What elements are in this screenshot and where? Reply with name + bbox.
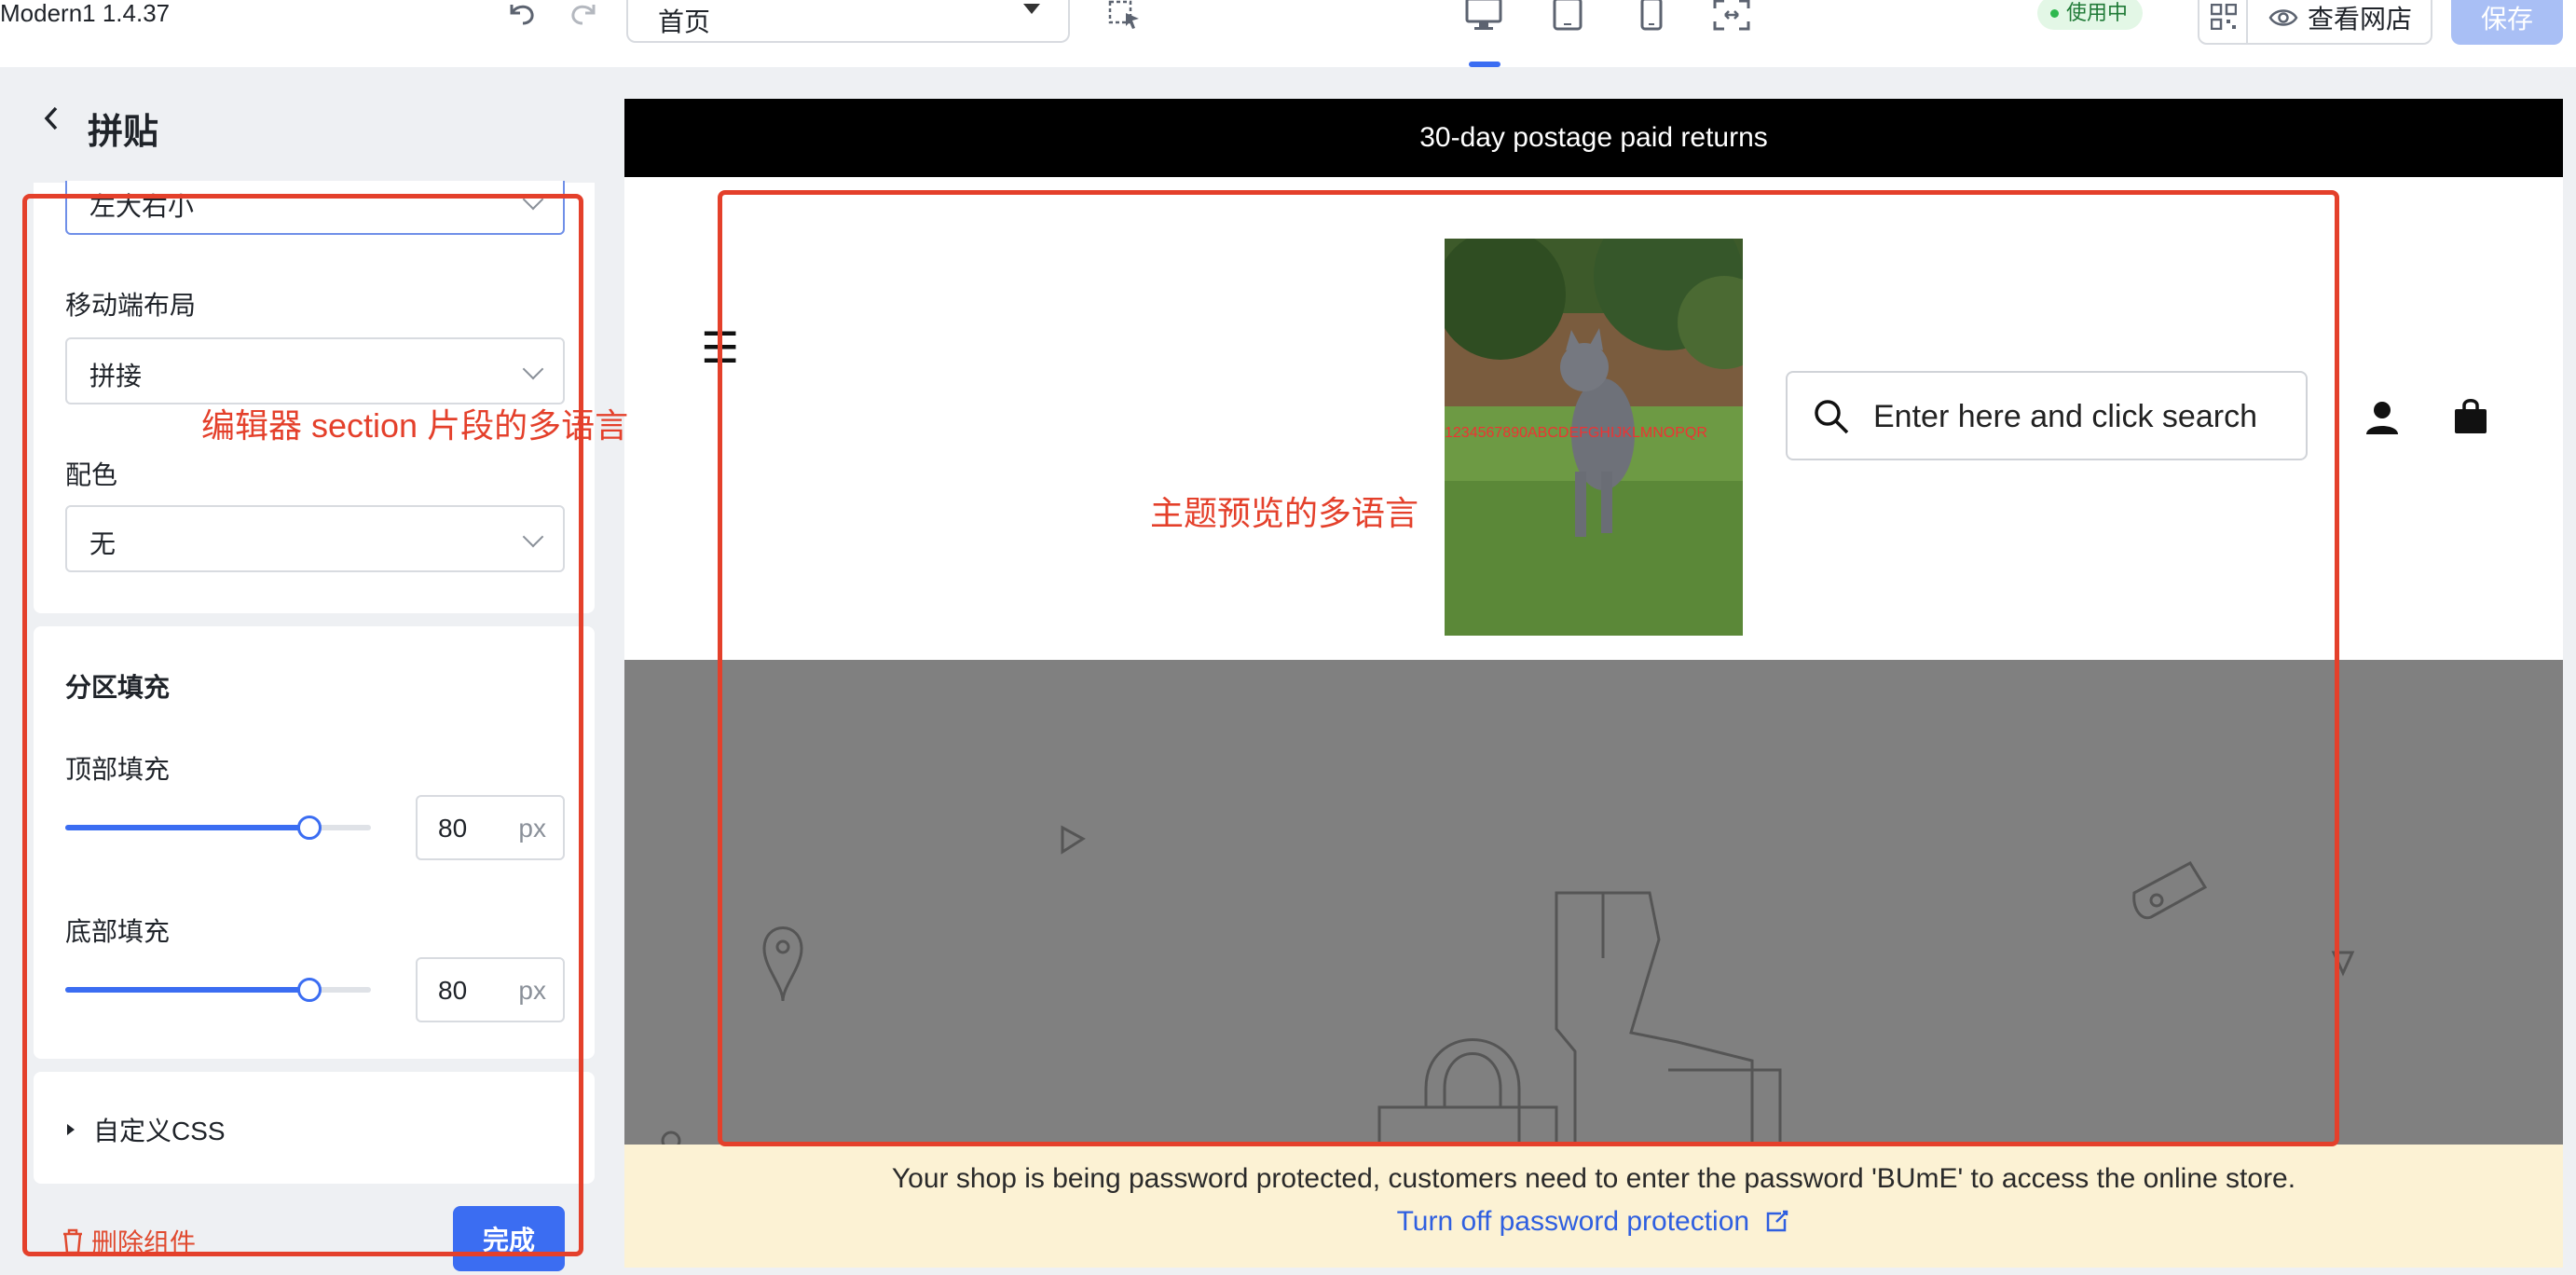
qr-code-button[interactable] xyxy=(2198,0,2248,45)
top-toolbar xyxy=(0,0,2576,67)
panel-title: 拼贴 xyxy=(88,113,159,152)
fullscreen-icon[interactable] xyxy=(1713,0,1750,31)
announcement-text: 30-day postage paid returns xyxy=(1419,122,1768,153)
editor-annotation-label: 编辑器 section 片段的多语言 xyxy=(201,406,629,445)
tablet-view-icon[interactable] xyxy=(1549,0,1586,31)
preview-annotation-box xyxy=(718,190,2339,1146)
status-dot xyxy=(2050,8,2059,18)
active-device-indicator xyxy=(1469,62,1500,67)
qr-code-icon xyxy=(2211,4,2237,30)
mobile-view-icon[interactable] xyxy=(1633,0,1670,31)
save-button[interactable]: 保存 xyxy=(2451,0,2563,45)
view-store-button[interactable]: 查看网店 xyxy=(2246,0,2432,45)
external-link-icon xyxy=(1767,1210,1788,1232)
redo-icon[interactable] xyxy=(565,0,602,30)
status-badge-label: 使用中 xyxy=(2066,1,2129,24)
back-icon[interactable] xyxy=(41,104,62,141)
turn-off-password-label: Turn off password protection xyxy=(1396,1206,1750,1237)
theme-version-title: Modern1 1.4.37 xyxy=(0,0,171,27)
cart-icon[interactable] xyxy=(2453,397,2488,439)
caret-down-icon xyxy=(1023,4,1040,14)
scroll-clip xyxy=(34,149,595,181)
turn-off-password-link[interactable]: Turn off password protection xyxy=(624,1206,2563,1238)
editor-annotation-box xyxy=(22,194,583,1256)
page-select-value: 首页 xyxy=(658,7,711,36)
page-select[interactable]: 首页 xyxy=(626,0,1070,43)
preview-annotation-label: 主题预览的多语言 xyxy=(1150,494,1419,532)
status-badge: 使用中 xyxy=(2037,0,2144,30)
select-element-icon[interactable] xyxy=(1107,0,1144,30)
undo-icon[interactable] xyxy=(503,0,541,30)
view-store-label: 查看网店 xyxy=(2308,5,2413,34)
account-icon[interactable] xyxy=(2364,399,2401,441)
eye-icon xyxy=(2268,9,2298,26)
password-notice-text: Your shop is being password protected, c… xyxy=(891,1163,2296,1194)
desktop-view-icon[interactable] xyxy=(1465,0,1502,30)
announcement-bar: 30-day postage paid returns xyxy=(624,99,2563,177)
